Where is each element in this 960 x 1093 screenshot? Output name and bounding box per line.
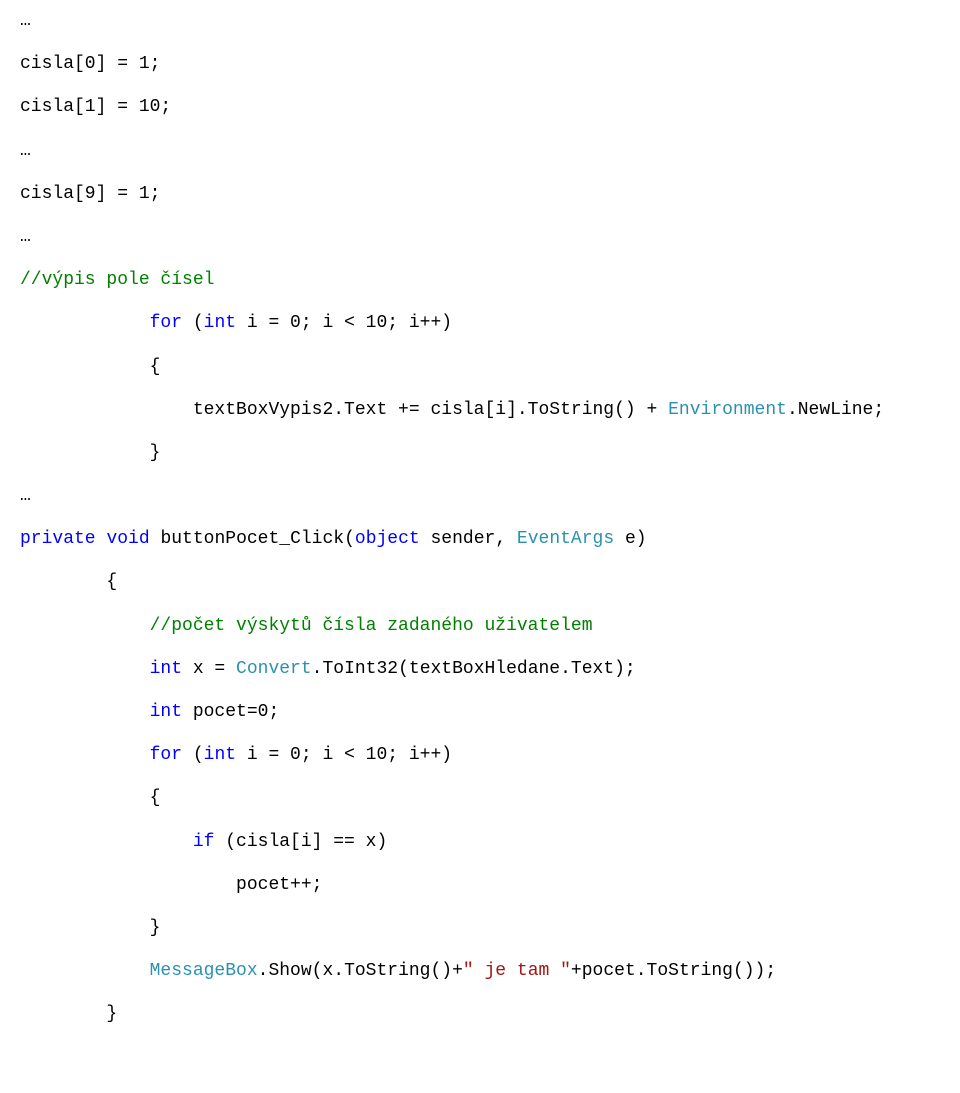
keyword: int [204,313,236,333]
keyword: int [150,702,182,722]
code-text [20,745,150,765]
code-line: if (cisla[i] == x) [20,821,940,864]
code-line: } [20,993,940,1036]
code-text: … [20,141,31,161]
code-line: } [20,907,940,950]
code-text: { [20,572,117,592]
code-line: { [20,777,940,820]
code-text: … [20,486,31,506]
code-line: … [20,130,940,173]
code-text: sender, [420,529,517,549]
keyword: if [193,832,215,852]
code-text: .ToInt32(textBoxHledane.Text); [312,659,636,679]
code-text: pocet=0; [182,702,279,722]
code-line: pocet++; [20,864,940,907]
code-text: .NewLine; [787,400,884,420]
code-text: textBoxVypis2.Text += cisla[i].ToString(… [20,400,668,420]
code-line: cisla[1] = 10; [20,86,940,129]
keyword: object [355,529,420,549]
code-line: { [20,346,940,389]
code-line: int pocet=0; [20,691,940,734]
code-text: e) [614,529,646,549]
type: Environment [668,400,787,420]
code-line: //výpis pole čísel [20,259,940,302]
keyword: private [20,529,96,549]
code-line: … [20,0,940,43]
keyword: void [106,529,149,549]
code-text: pocet++; [20,875,322,895]
code-text: +pocet.ToString()); [571,961,776,981]
code-line: for (int i = 0; i < 10; i++) [20,302,940,345]
code-line: private void buttonPocet_Click(object se… [20,518,940,561]
keyword: for [20,313,182,333]
comment: //výpis pole čísel [20,270,214,290]
code-text [20,961,150,981]
code-text: cisla[0] = 1; [20,54,160,74]
code-text: { [20,788,160,808]
code-line: { [20,561,940,604]
code-text: { [20,357,160,377]
code-line: textBoxVypis2.Text += cisla[i].ToString(… [20,389,940,432]
code-document: … cisla[0] = 1; cisla[1] = 10; … cisla[9… [0,0,960,1077]
code-line: } [20,432,940,475]
code-line: //počet výskytů čísla zadaného uživatele… [20,605,940,648]
code-text: … [20,11,31,31]
code-text: ( [182,745,204,765]
code-line: MessageBox.Show(x.ToString()+" je tam "+… [20,950,940,993]
string: " je tam " [463,961,571,981]
code-text: } [20,918,160,938]
code-text: … [20,227,31,247]
keyword: int [204,745,236,765]
type: Convert [236,659,312,679]
code-text: (cisla[i] == x) [214,832,387,852]
code-text: } [20,1004,117,1024]
code-line: … [20,475,940,518]
code-text: i = 0; i < 10; i++) [236,745,452,765]
comment: //počet výskytů čísla zadaného uživatele… [20,616,593,636]
keyword: int [150,659,182,679]
code-text: ( [182,313,204,333]
code-line: … [20,216,940,259]
code-text: i = 0; i < 10; i++) [236,313,452,333]
code-line: for (int i = 0; i < 10; i++) [20,734,940,777]
code-text [20,702,150,722]
code-line: cisla[9] = 1; [20,173,940,216]
code-text: buttonPocet_Click( [150,529,355,549]
code-text: cisla[1] = 10; [20,97,171,117]
code-text: .Show(x.ToString()+ [258,961,463,981]
type: EventArgs [517,529,614,549]
type: MessageBox [150,961,258,981]
code-line: int x = Convert.ToInt32(textBoxHledane.T… [20,648,940,691]
code-text [20,659,150,679]
code-text [96,529,107,549]
code-text [20,832,193,852]
keyword: for [150,745,182,765]
code-line: cisla[0] = 1; [20,43,940,86]
code-text: cisla[9] = 1; [20,184,160,204]
code-text: x = [182,659,236,679]
code-text: } [20,443,160,463]
